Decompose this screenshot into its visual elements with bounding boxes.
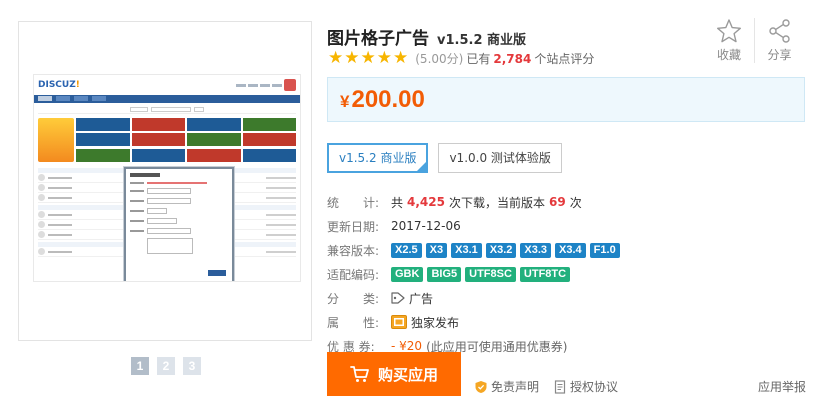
stats-row: 统 计: 共 4,425 次下载，当前版本 69 次 <box>327 190 620 214</box>
shield-icon <box>475 380 487 393</box>
price-panel: ¥200.00 <box>327 77 805 122</box>
star-icon: ★ <box>360 48 376 68</box>
current-downloads: 69 <box>549 195 566 209</box>
license-link[interactable]: 授权协议 <box>553 378 618 395</box>
tag-icon <box>391 292 405 304</box>
attribute-value: 独家发布 <box>411 315 460 330</box>
preview-screenshot: DISCUZ! <box>33 74 301 282</box>
compat-badge: X3.4 <box>555 242 586 258</box>
share-button[interactable]: 分享 <box>754 18 804 63</box>
disclaimer-link[interactable]: 免责声明 <box>474 378 539 395</box>
star-outline-icon <box>717 19 741 43</box>
price-currency: ¥ <box>340 92 350 111</box>
footer-links: 免责声明 授权协议 <box>474 378 618 395</box>
rating-prefix: 已有 <box>466 52 491 66</box>
encoding-badge: UTF8SC <box>465 266 516 282</box>
buy-button[interactable]: 购买应用 <box>327 352 461 396</box>
compat-row: 兼容版本: X2.5 X3 X3.1 X3.2 X3.3 X3.4 F1.0 <box>327 238 620 262</box>
cart-icon <box>350 366 369 382</box>
category-row: 分 类: 广告 <box>327 286 620 310</box>
encoding-badge: GBK <box>391 266 424 282</box>
preview-image[interactable]: DISCUZ! <box>18 21 312 341</box>
favorite-button[interactable]: 收藏 <box>704 18 754 63</box>
disclaimer-label: 免责声明 <box>491 380 540 394</box>
compat-badge: X2.5 <box>391 242 422 258</box>
product-title: 图片格子广告 <box>327 29 429 49</box>
version-tab-commercial[interactable]: v1.5.2 商业版 <box>327 143 429 173</box>
product-version: v1.5.2 商业版 <box>437 33 527 48</box>
compat-label: 兼容版本: <box>327 243 380 258</box>
rating-stars: ★ ★ ★ ★ ★ <box>328 50 408 67</box>
updated-label: 更新日期: <box>327 219 380 234</box>
stats-label: 统 计: <box>327 195 380 210</box>
license-label: 授权协议 <box>570 380 619 394</box>
encoding-row: 适配编码: GBK BIG5 UTF8SC UTF8TC <box>327 262 620 286</box>
star-icon: ★ <box>393 48 409 68</box>
price-amount: 200.00 <box>351 86 425 113</box>
category-value: 广告 <box>409 291 434 306</box>
action-bar: 收藏 分享 <box>704 18 804 63</box>
exclusive-icon <box>391 315 407 329</box>
version-tab-trial[interactable]: v1.0.0 测试体验版 <box>438 143 562 173</box>
updated-row: 更新日期: 2017-12-06 <box>327 214 620 238</box>
document-icon <box>554 379 566 394</box>
encoding-label: 适配编码: <box>327 267 380 282</box>
preview-thumbnails: 1 2 3 <box>131 357 201 375</box>
star-icon: ★ <box>344 48 360 68</box>
price: ¥200.00 <box>340 86 425 114</box>
star-icon: ★ <box>328 48 344 68</box>
star-icon: ★ <box>376 48 392 68</box>
favorite-label: 收藏 <box>716 48 741 62</box>
category-label: 分 类: <box>327 291 380 306</box>
attribute-label: 属 性: <box>327 315 380 330</box>
compat-badge: X3.1 <box>451 242 482 258</box>
report-link[interactable]: 应用举报 <box>758 378 806 395</box>
compat-badge: X3.2 <box>485 242 517 258</box>
rating-count: 2,784 <box>493 51 532 66</box>
discuz-logo: DISCUZ! <box>38 80 80 90</box>
stats-prefix: 共 <box>391 195 404 210</box>
category-link[interactable]: 广告 <box>391 290 433 307</box>
product-info: 统 计: 共 4,425 次下载，当前版本 69 次 更新日期: 2017-12… <box>327 190 620 358</box>
product-header: 图片格子广告 v1.5.2 商业版 <box>327 24 526 49</box>
stats-middle: 次下载，当前版本 <box>448 195 545 210</box>
thumbnail-1[interactable]: 1 <box>131 357 149 375</box>
rating-score: (5.00分) <box>415 52 464 66</box>
coupon-value: - ¥20 <box>391 339 423 353</box>
thumbnail-3[interactable]: 3 <box>183 357 201 375</box>
stats-suffix: 次 <box>569 195 582 210</box>
buy-label: 购买应用 <box>377 366 438 384</box>
share-icon <box>768 19 790 43</box>
attribute-row: 属 性: 独家发布 <box>327 310 620 334</box>
encoding-badge: BIG5 <box>427 266 462 282</box>
compat-badge: X3.3 <box>520 242 552 258</box>
rating-suffix: 个站点评分 <box>534 52 595 66</box>
thumbnail-2[interactable]: 2 <box>157 357 175 375</box>
compat-badge: X3 <box>425 242 448 258</box>
version-selector: v1.5.2 商业版 v1.0.0 测试体验版 <box>327 143 562 173</box>
encoding-badge: UTF8TC <box>519 266 571 282</box>
total-downloads: 4,425 <box>407 195 445 209</box>
compat-badge: F1.0 <box>589 242 620 258</box>
share-label: 分享 <box>767 48 792 62</box>
updated-date: 2017-12-06 <box>391 219 461 233</box>
rating-row: ★ ★ ★ ★ ★ (5.00分) 已有 2,784 个站点评分 <box>328 50 594 67</box>
